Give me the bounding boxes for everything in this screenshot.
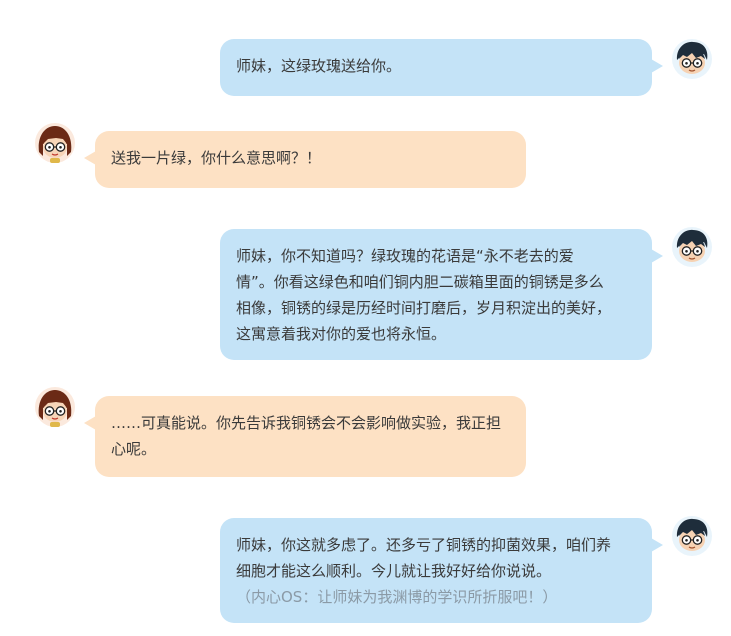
bubble-tail xyxy=(84,151,96,165)
message-text-line: 细胞才能这么顺利。今儿就让我好好给你说说。 xyxy=(236,562,552,580)
inner-monologue-text: （内心OS：让师妹为我渊博的学识所折服吧！） xyxy=(236,588,558,606)
message-text-line: 心呢。 xyxy=(111,440,157,458)
message-text-line: 相像，铜锈的绿是历经时间打磨后，岁月积淀出的美好， xyxy=(236,299,612,317)
girl-with-glasses-avatar-icon xyxy=(35,387,75,427)
boy-with-glasses-avatar-icon xyxy=(672,39,712,79)
chat-bubble-5: 师妹，你这就多虑了。还多亏了铜锈的抑菌效果，咱们养 细胞才能这么顺利。今儿就让我… xyxy=(220,518,663,623)
boy-with-glasses-avatar-icon xyxy=(672,516,712,556)
bubble-tail xyxy=(651,249,663,263)
message-text-line: 师妹，你不知道吗？绿玫瑰的花语是“永不老去的爱 xyxy=(236,247,574,265)
chat-bubble-3: 师妹，你不知道吗？绿玫瑰的花语是“永不老去的爱 情”。你看这绿色和咱们铜内胆二碳… xyxy=(220,229,663,360)
message-text-line: ……可真能说。你先告诉我铜锈会不会影响做实验，我正担 xyxy=(111,414,502,432)
bubble-tail xyxy=(651,59,663,73)
message-text-line: 师妹，你这就多虑了。还多亏了铜锈的抑菌效果，咱们养 xyxy=(236,536,612,554)
boy-with-glasses-avatar-icon xyxy=(672,227,712,267)
message-text-line: 这寓意着我对你的爱也将永恒。 xyxy=(236,325,447,343)
chat-bubble-2: 送我一片绿，你什么意思啊？！ xyxy=(84,131,526,188)
bubble-tail xyxy=(651,538,663,552)
bubble-tail xyxy=(84,416,96,430)
girl-with-glasses-avatar-icon xyxy=(35,123,75,163)
chat-bubble-4: ……可真能说。你先告诉我铜锈会不会影响做实验，我正担 心呢。 xyxy=(84,396,526,477)
message-text-line: 送我一片绿，你什么意思啊？！ xyxy=(111,149,322,167)
message-text-line: 师妹，这绿玫瑰送给你。 xyxy=(236,57,402,75)
chat-bubble-1: 师妹，这绿玫瑰送给你。 xyxy=(220,39,663,96)
message-text-line: 情”。你看这绿色和咱们铜内胆二碳箱里面的铜锈是多么 xyxy=(236,273,604,291)
